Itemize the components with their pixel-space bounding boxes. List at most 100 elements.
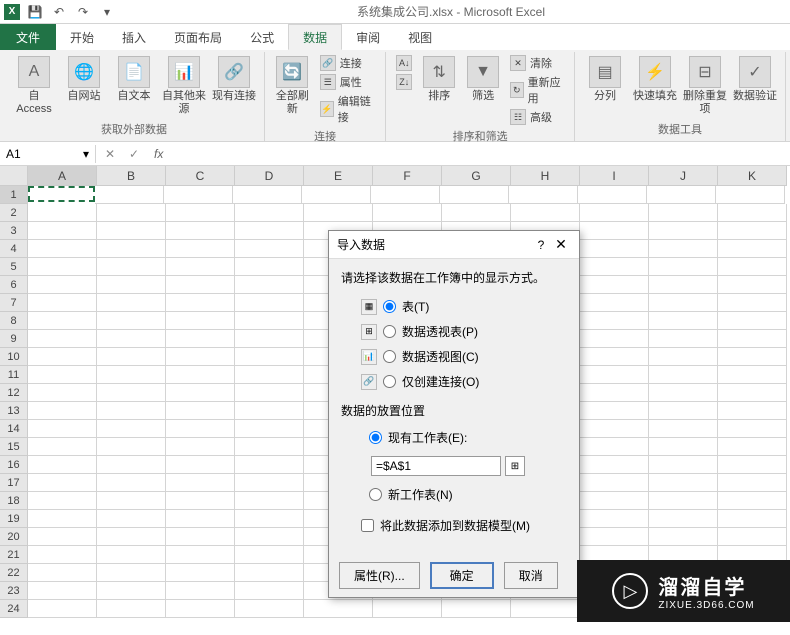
- cell[interactable]: [28, 294, 97, 312]
- row-header[interactable]: 11: [0, 366, 28, 384]
- dialog-close-button[interactable]: ✕: [551, 236, 571, 253]
- tab-file[interactable]: 文件: [0, 24, 56, 50]
- cell[interactable]: [580, 312, 649, 330]
- properties-button[interactable]: 属性(R)...: [339, 562, 420, 589]
- cell[interactable]: [28, 420, 97, 438]
- cell[interactable]: [235, 528, 304, 546]
- cell[interactable]: [166, 366, 235, 384]
- cell[interactable]: [166, 312, 235, 330]
- cell[interactable]: [580, 348, 649, 366]
- cell[interactable]: [304, 204, 373, 222]
- cell[interactable]: [166, 258, 235, 276]
- cell[interactable]: [649, 528, 718, 546]
- cell[interactable]: [97, 510, 166, 528]
- cell[interactable]: [442, 204, 511, 222]
- column-header[interactable]: H: [511, 166, 580, 186]
- cell[interactable]: [166, 510, 235, 528]
- properties-button[interactable]: ☰属性: [316, 73, 379, 91]
- cell[interactable]: [718, 456, 787, 474]
- cell[interactable]: [580, 384, 649, 402]
- radio-new-ws[interactable]: [369, 488, 382, 501]
- row-header[interactable]: 12: [0, 384, 28, 402]
- row-header[interactable]: 23: [0, 582, 28, 600]
- cell[interactable]: [235, 402, 304, 420]
- row-header[interactable]: 19: [0, 510, 28, 528]
- cell[interactable]: [718, 348, 787, 366]
- cell[interactable]: [28, 240, 97, 258]
- cell[interactable]: [97, 456, 166, 474]
- cell[interactable]: [97, 330, 166, 348]
- cell[interactable]: [302, 186, 371, 204]
- sort-desc-button[interactable]: Z↓: [392, 73, 416, 91]
- cell[interactable]: [580, 474, 649, 492]
- cell[interactable]: [649, 258, 718, 276]
- cell[interactable]: [28, 366, 97, 384]
- cell[interactable]: [166, 240, 235, 258]
- cell[interactable]: [580, 258, 649, 276]
- option-existing-worksheet[interactable]: 现有工作表(E):: [341, 425, 567, 450]
- cell[interactable]: [580, 204, 649, 222]
- cell[interactable]: [649, 204, 718, 222]
- cell[interactable]: [649, 222, 718, 240]
- cell[interactable]: [235, 240, 304, 258]
- cell[interactable]: [28, 204, 97, 222]
- row-header[interactable]: 3: [0, 222, 28, 240]
- cell[interactable]: [28, 312, 97, 330]
- row-header[interactable]: 24: [0, 600, 28, 618]
- from-other-button[interactable]: 📊 自其他来源: [160, 54, 208, 118]
- option-table[interactable]: ▦ 表(T): [341, 294, 567, 319]
- from-access-button[interactable]: A 自 Access: [10, 54, 58, 118]
- cell[interactable]: [235, 492, 304, 510]
- dialog-help-button[interactable]: ?: [531, 238, 551, 252]
- cell[interactable]: [97, 600, 166, 618]
- cell[interactable]: [166, 438, 235, 456]
- select-all-corner[interactable]: [0, 166, 28, 186]
- cell[interactable]: [235, 312, 304, 330]
- tab-formulas[interactable]: 公式: [236, 24, 288, 50]
- cell[interactable]: [718, 276, 787, 294]
- cell[interactable]: [97, 420, 166, 438]
- cell[interactable]: [235, 348, 304, 366]
- cell[interactable]: [97, 348, 166, 366]
- cell[interactable]: [580, 510, 649, 528]
- cell[interactable]: [718, 294, 787, 312]
- tab-view[interactable]: 视图: [394, 24, 446, 50]
- cell[interactable]: [580, 420, 649, 438]
- cell[interactable]: [649, 510, 718, 528]
- cell[interactable]: [97, 312, 166, 330]
- cell[interactable]: [511, 204, 580, 222]
- cell[interactable]: [235, 258, 304, 276]
- cell[interactable]: [718, 204, 787, 222]
- cell[interactable]: [649, 402, 718, 420]
- column-header[interactable]: E: [304, 166, 373, 186]
- radio-conn-only[interactable]: [383, 375, 396, 388]
- text-to-columns-button[interactable]: ▤ 分列: [581, 54, 629, 105]
- row-header[interactable]: 22: [0, 564, 28, 582]
- flash-fill-button[interactable]: ⚡ 快速填充: [631, 54, 679, 105]
- enter-formula-button[interactable]: ✓: [124, 147, 144, 161]
- column-header[interactable]: G: [442, 166, 511, 186]
- formula-input[interactable]: [169, 146, 790, 161]
- cell[interactable]: [166, 546, 235, 564]
- row-header[interactable]: 17: [0, 474, 28, 492]
- cell[interactable]: [304, 600, 373, 618]
- cell[interactable]: [235, 276, 304, 294]
- column-header[interactable]: J: [649, 166, 718, 186]
- cell[interactable]: [373, 600, 442, 618]
- cell[interactable]: [166, 456, 235, 474]
- cell[interactable]: [235, 366, 304, 384]
- cell[interactable]: [235, 600, 304, 618]
- cell[interactable]: [166, 528, 235, 546]
- cell[interactable]: [509, 186, 578, 204]
- name-box[interactable]: ▾: [0, 145, 96, 163]
- row-header[interactable]: 1: [0, 186, 28, 204]
- row-header[interactable]: 18: [0, 492, 28, 510]
- cell[interactable]: [235, 582, 304, 600]
- checkbox-add-to-model[interactable]: [361, 519, 374, 532]
- cell[interactable]: [166, 474, 235, 492]
- cell[interactable]: [28, 600, 97, 618]
- remove-duplicates-button[interactable]: ⊟ 删除重复项: [681, 54, 729, 118]
- cell[interactable]: [718, 510, 787, 528]
- cell[interactable]: [580, 222, 649, 240]
- column-header[interactable]: C: [166, 166, 235, 186]
